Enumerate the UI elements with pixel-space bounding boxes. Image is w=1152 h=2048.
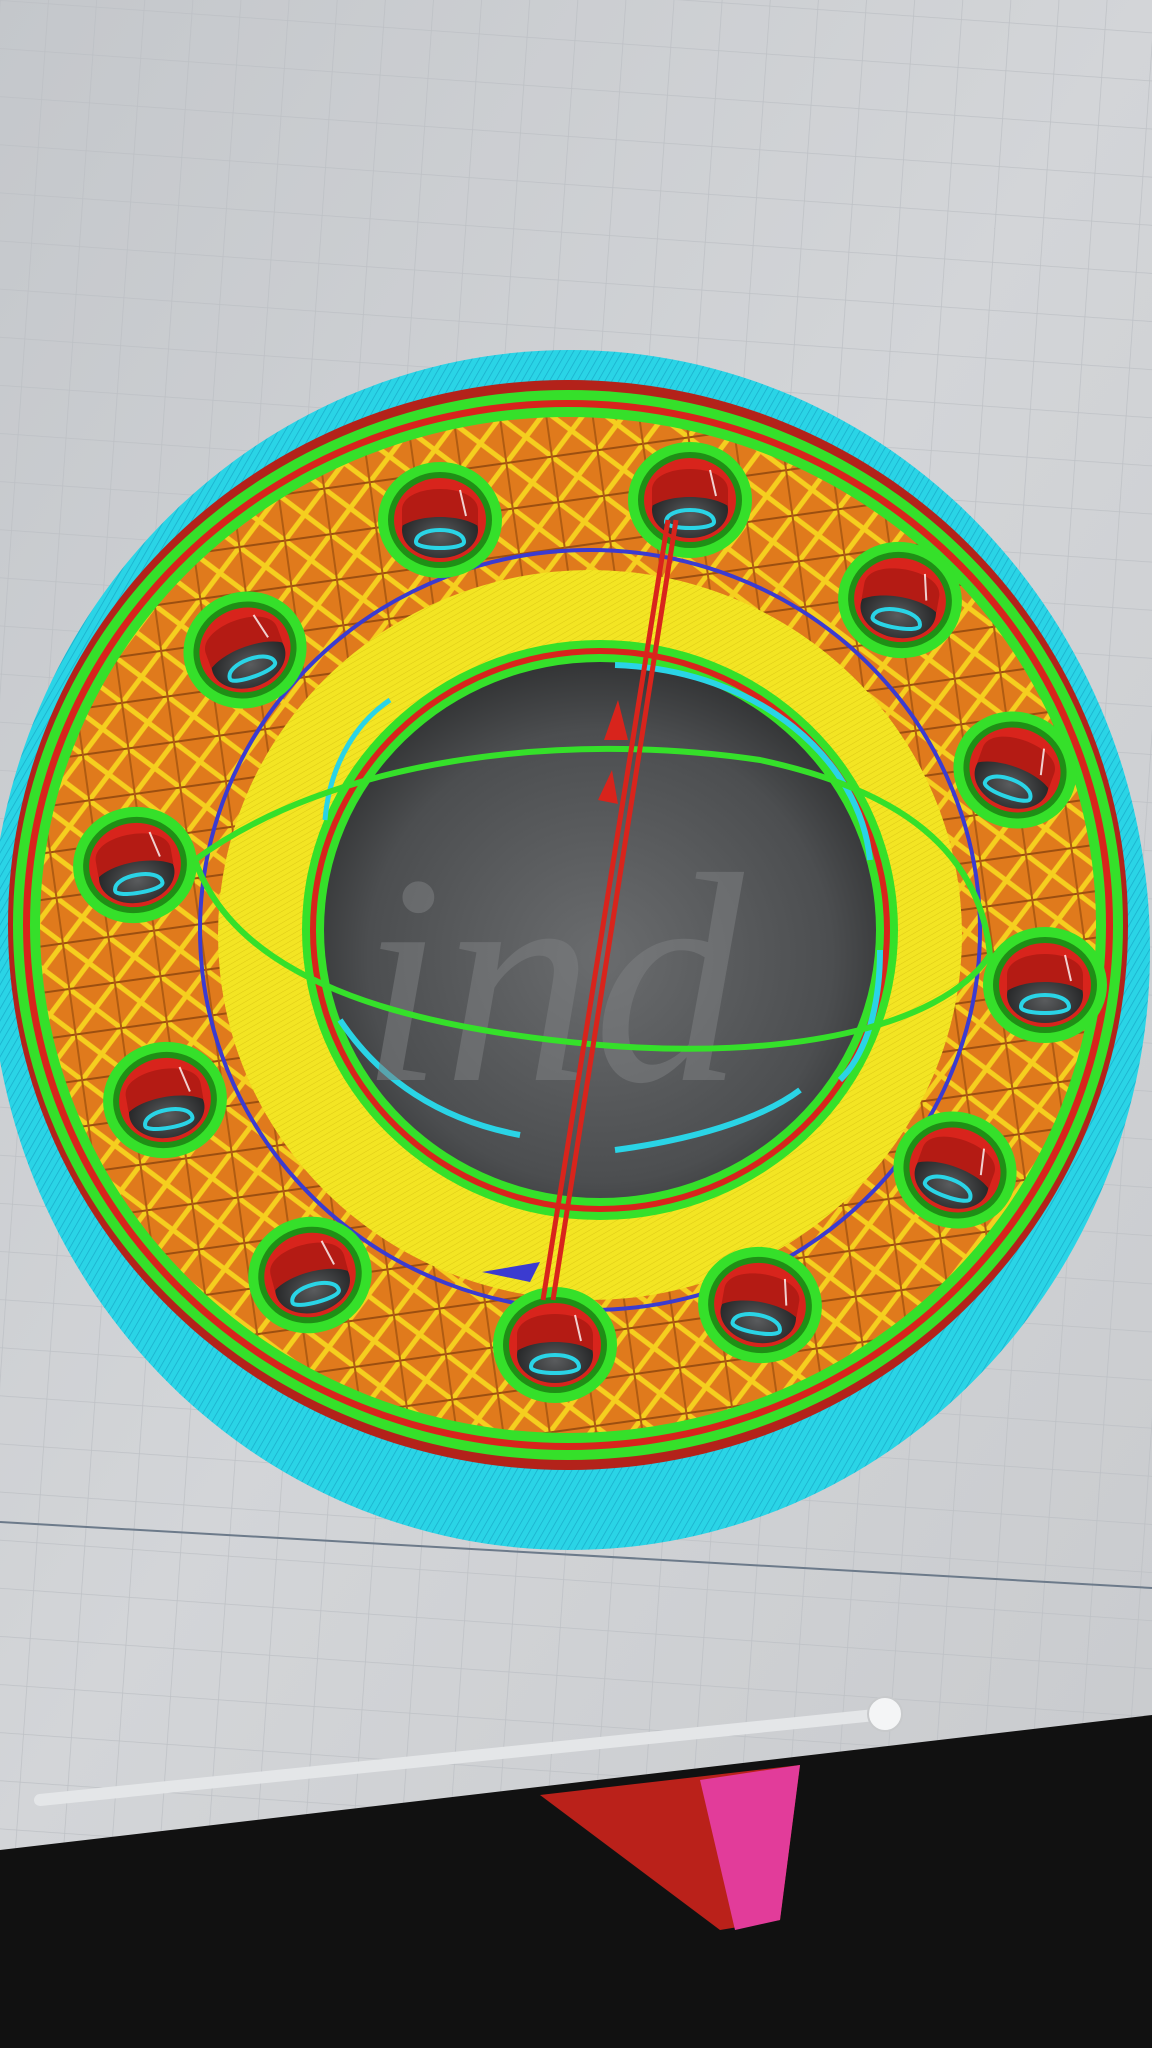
hole-8 <box>493 1287 617 1403</box>
printer-preview-screen: ind <box>0 0 1152 2048</box>
preview-canvas[interactable]: ind <box>0 0 1152 2048</box>
hole-1 <box>378 462 502 578</box>
plate-watermark: ind <box>360 813 748 1145</box>
layer-slider-handle[interactable] <box>867 1696 903 1732</box>
hole-2 <box>628 442 752 558</box>
hole-5 <box>983 927 1107 1043</box>
